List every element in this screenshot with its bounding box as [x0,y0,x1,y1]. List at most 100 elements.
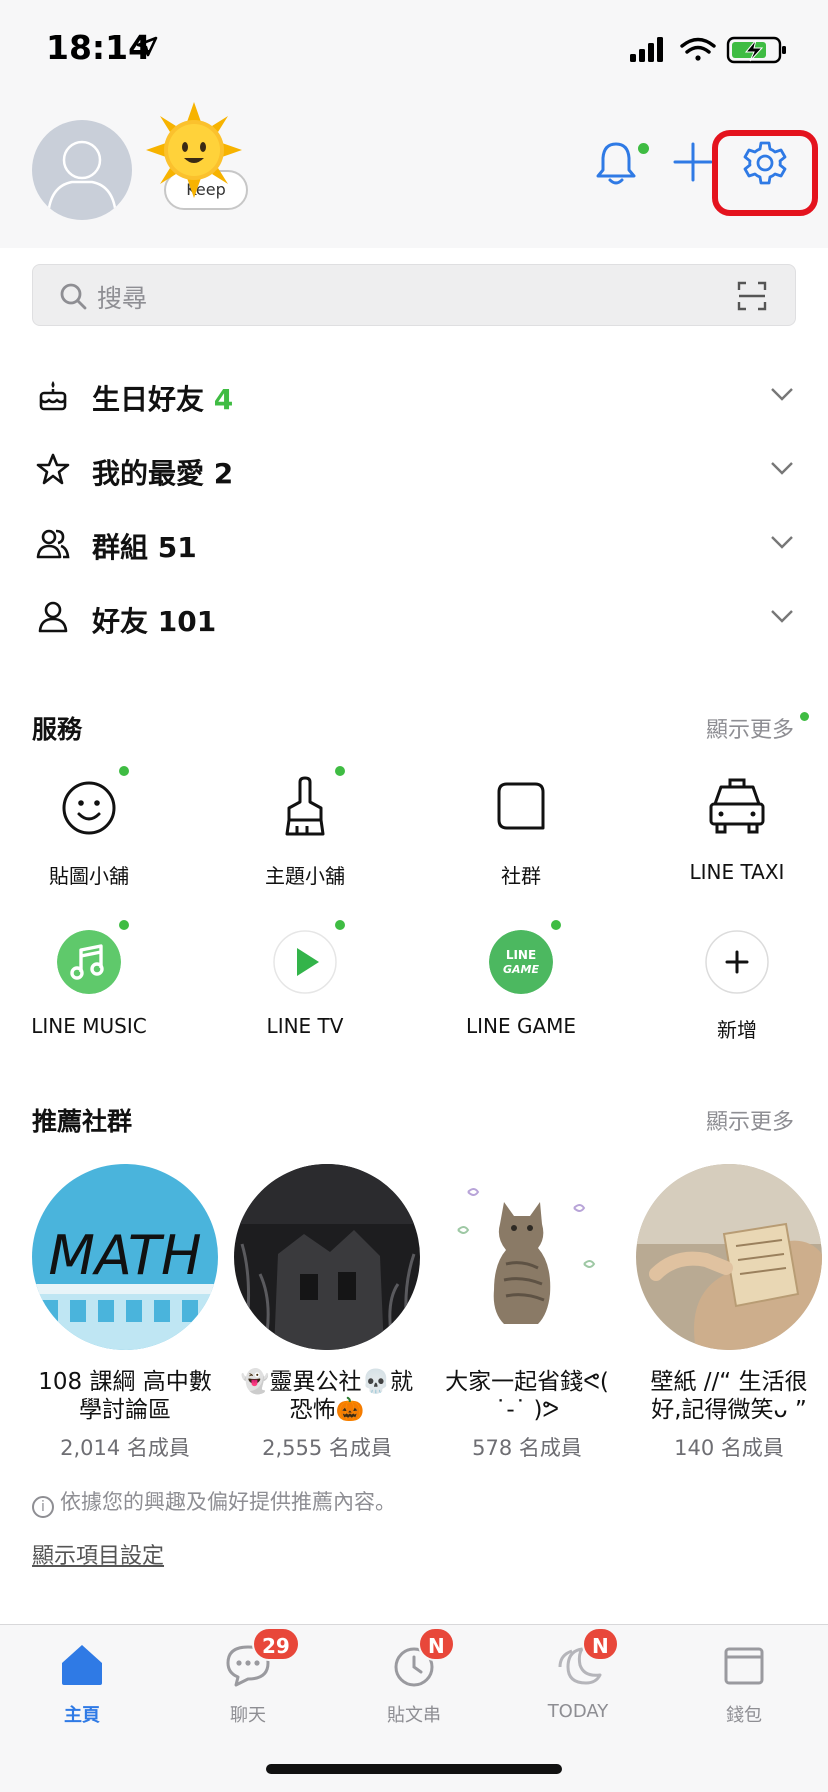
chevron-down-icon [771,462,793,475]
groups-row[interactable]: 群組 51 [0,506,828,580]
service-label: LINE TV [266,1014,344,1038]
new-dot [335,766,345,776]
community-name: 👻靈異公社💀就恐怖🎃 [240,1369,414,1423]
tab-timeline[interactable]: N 貼文串 [344,1627,484,1727]
recommendation-info-text: 依據您的興趣及偏好提供推薦內容。 [60,1490,396,1514]
signal-icon [630,37,663,62]
music-icon [57,930,121,994]
svg-text:LINE: LINE [506,948,536,962]
tab-today[interactable]: N TODAY [508,1627,648,1722]
recommendation-info: i 依據您的興趣及偏好提供推薦內容。 [32,1486,396,1518]
birthday-cake-icon [39,381,67,411]
top-bar: 18:14 Keep [0,0,828,248]
new-badge: N [418,1627,455,1661]
community-name: 壁紙 //“ 生活很好,記得微笑ᴗ ” [650,1369,808,1423]
community-members: 2,014 名成員 [60,1436,190,1460]
fold-row-label: 我的最愛 [92,457,205,490]
service-line-taxi[interactable]: LINE TAXI [642,768,828,884]
star-icon [36,453,70,485]
qr-scan-icon[interactable] [737,281,767,311]
tab-label: 貼文串 [387,1705,441,1726]
groups-count: 51 [157,531,197,564]
unread-badge: 29 [252,1627,300,1661]
book-hands-image [636,1164,822,1350]
smile-icon [62,781,116,835]
service-label: LINE MUSIC [31,1014,147,1038]
new-dot [119,920,129,930]
recommended-community[interactable]: 大家一起省錢ᕙ( ˙-˙ )ᕗ 578 名成員 [434,1164,620,1462]
default-person-icon [46,140,118,217]
friends-count: 101 [157,605,217,638]
service-add[interactable]: 新增 [642,922,828,1043]
home-indicator [266,1764,562,1774]
new-dot [335,920,345,930]
tab-wallet[interactable]: 錢包 [674,1639,814,1727]
chevron-down-icon [771,610,793,623]
chevron-down-icon [771,388,793,401]
search-icon [60,283,87,310]
person-icon [38,601,68,633]
community-members: 578 名成員 [472,1436,582,1460]
community-thumbnail: MATH [32,1164,218,1350]
favorites-row[interactable]: 我的最愛 2 [0,432,828,506]
tab-label: 錢包 [726,1705,762,1726]
recommended-community[interactable]: 壁紙 //“ 生活很好,記得微笑ᴗ ” 140 名成員 [636,1164,822,1462]
taxi-icon [709,778,765,834]
avatar[interactable] [32,120,132,220]
service-openchat[interactable]: 社群 [426,768,616,889]
community-name: 108 課綱 高中數學討論區 [38,1369,212,1423]
favorites-count: 2 [213,457,234,490]
status-icons [630,36,786,64]
cat-image [434,1164,620,1350]
status-bar: 18:14 [0,0,828,98]
service-label: 新增 [717,1018,757,1042]
community-name: 大家一起省錢ᕙ( ˙-˙ )ᕗ [445,1369,609,1423]
square-chat-icon [497,782,545,830]
recommended-community[interactable]: MATH 108 課綱 高中數學討論區 2,014 名成員 [32,1164,218,1462]
community-members: 2,555 名成員 [262,1436,392,1460]
service-label: 主題小舖 [265,864,345,888]
service-theme-shop[interactable]: 主題小舖 [210,766,400,889]
sun-emoji-icon [146,102,242,198]
service-sticker-shop[interactable]: 貼圖小舖 [0,766,184,889]
display-settings-link[interactable]: 顯示項目設定 [32,1538,164,1570]
new-badge: N [582,1627,619,1661]
svg-text:MATH: MATH [48,1224,201,1287]
community-thumbnail [434,1164,620,1350]
search-placeholder: 搜尋 [97,284,148,313]
location-arrow-icon [136,36,158,57]
chevron-down-icon [771,536,793,549]
recommended-community[interactable]: 👻靈異公社💀就恐怖🎃 2,555 名成員 [234,1164,420,1462]
haunted-house-image [234,1164,420,1350]
friends-row[interactable]: 好友 101 [0,580,828,654]
search-bar[interactable]: 搜尋 [32,264,796,326]
tab-home[interactable]: 主頁 [12,1639,152,1727]
services-more-link[interactable]: 顯示更多 [706,712,794,744]
new-dot [119,766,129,776]
brush-icon [285,776,325,836]
tab-chat[interactable]: 29 聊天 [178,1627,318,1727]
wallet-icon [724,1647,764,1685]
new-dot [551,920,561,930]
service-line-music[interactable]: LINE MUSIC [0,920,184,1038]
fold-row-label: 群組 [92,531,149,564]
community-thumbnail [636,1164,822,1350]
service-line-tv[interactable]: LINE TV [210,920,400,1038]
plus-icon [705,930,769,994]
new-notification-dot [638,143,649,154]
service-line-game[interactable]: LINE GAME LINE GAME [426,920,616,1038]
play-icon [273,930,337,994]
fold-row-label: 好友 [92,605,149,638]
notification-bell-icon[interactable] [596,140,636,186]
services-more-dot [800,712,809,721]
birthday-friends-row[interactable]: 生日好友 4 [0,358,828,432]
battery-charging-icon [726,36,786,64]
tab-label: TODAY [547,1701,609,1722]
group-icon [36,529,70,559]
community-members: 140 名成員 [674,1436,784,1460]
settings-gear-icon[interactable] [742,140,788,186]
add-friend-plus-icon[interactable] [672,140,714,184]
recommended-more-link[interactable]: 顯示更多 [706,1104,794,1136]
game-icon: LINE GAME [489,930,553,994]
birthday-count: 4 [213,383,234,416]
